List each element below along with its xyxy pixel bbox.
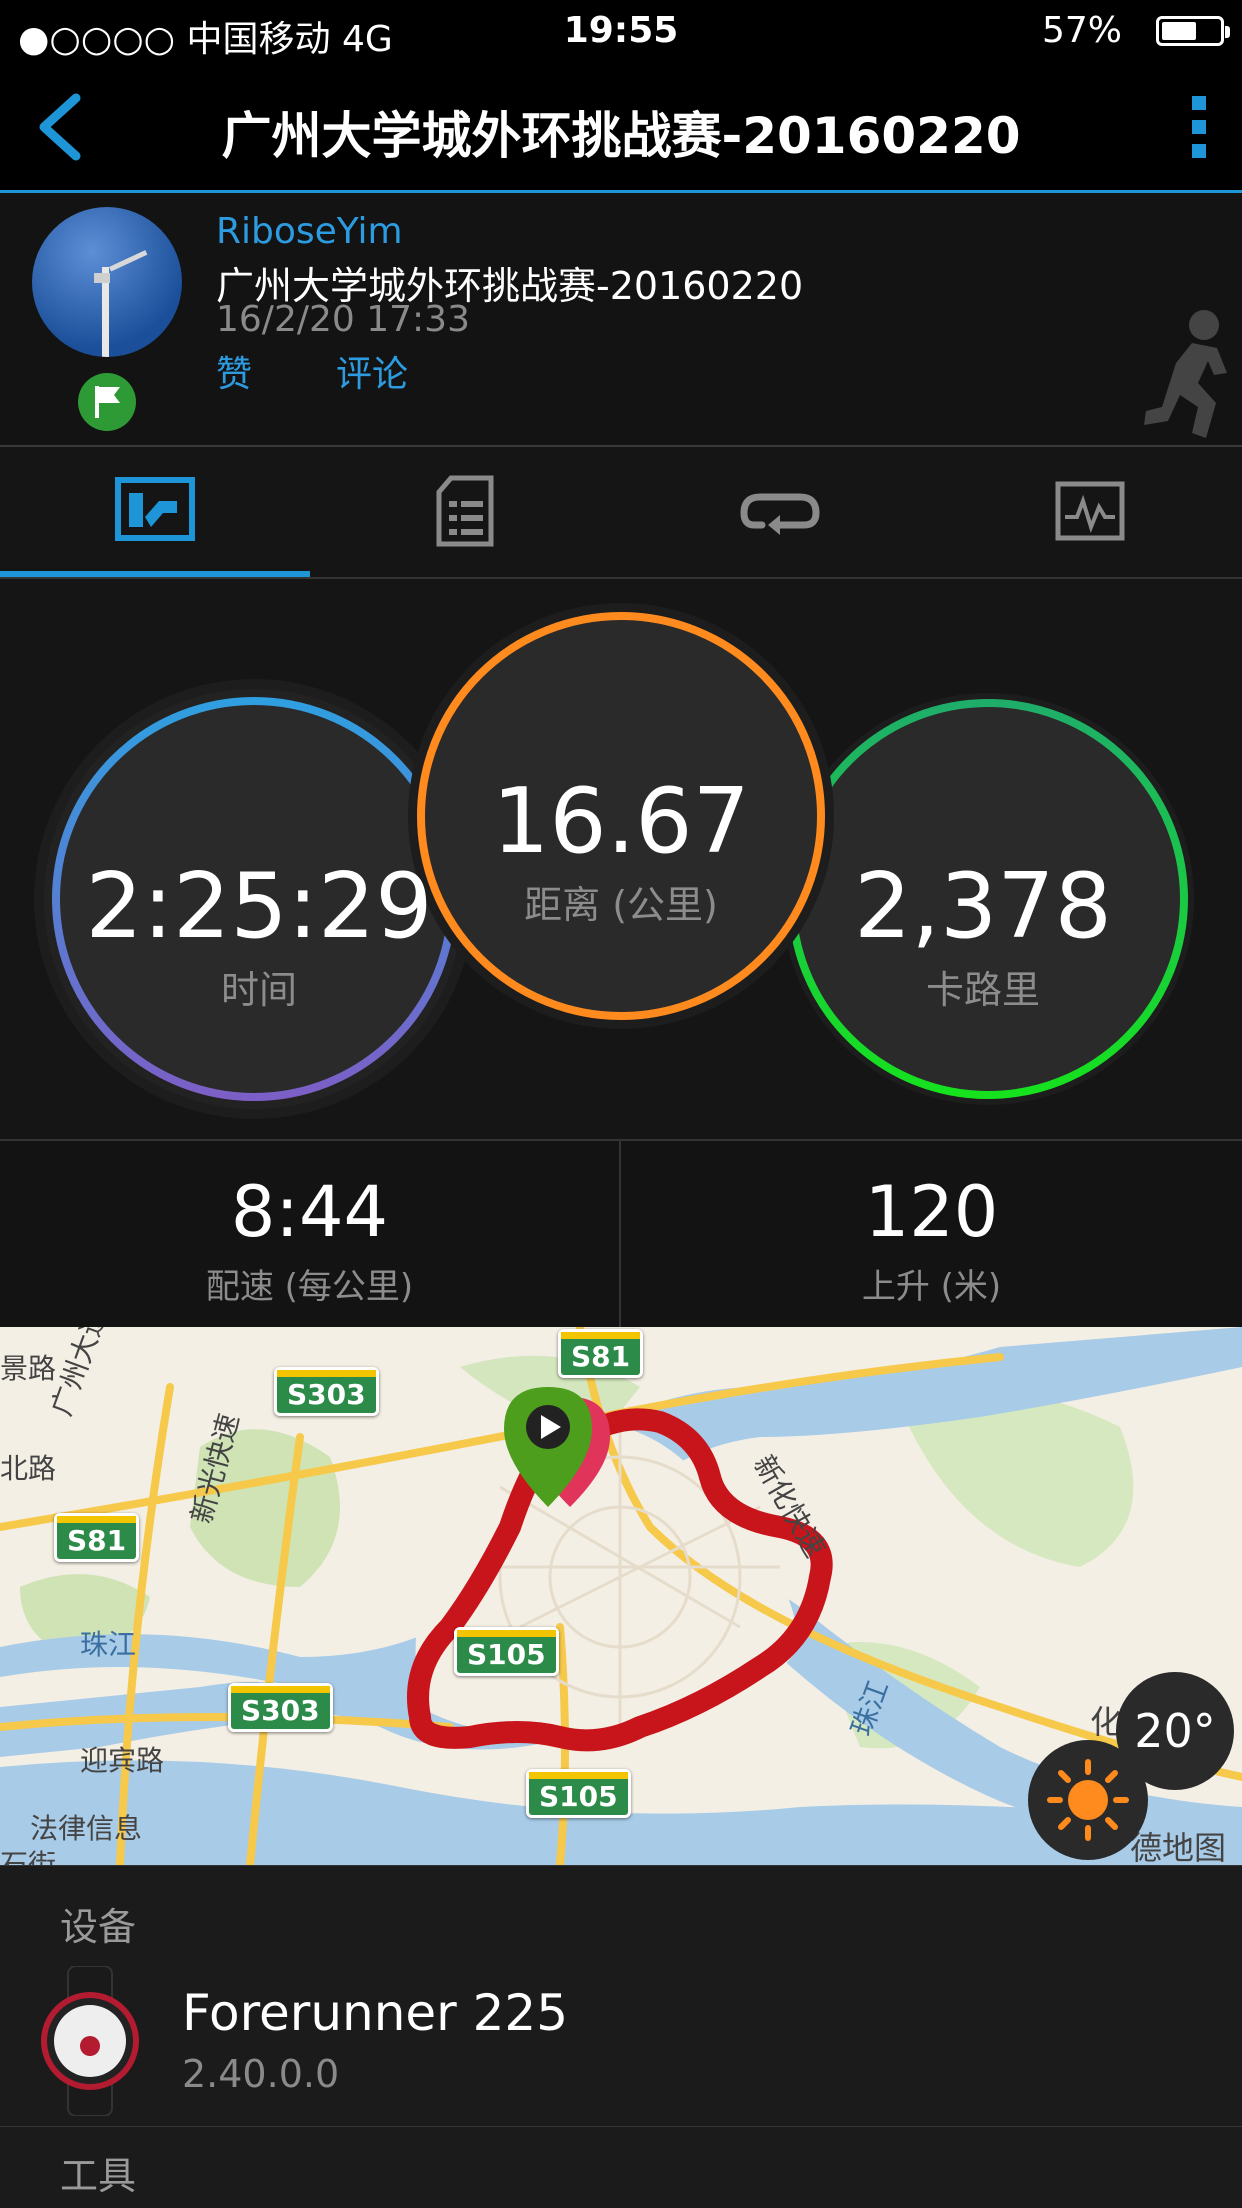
nav-bar: 广州大学城外环挑战赛-20160220 bbox=[0, 64, 1242, 193]
map-label: 迎宾路 bbox=[80, 1744, 165, 1777]
map-label: 石街 bbox=[0, 1848, 57, 1865]
comment-button[interactable]: 评论 bbox=[336, 345, 408, 397]
ascent-label: 上升 (米) bbox=[861, 1267, 1002, 1307]
weather-sun-icon bbox=[1028, 1740, 1148, 1860]
details-icon bbox=[436, 475, 494, 547]
distance-label: 距离 (公里) bbox=[524, 883, 718, 927]
time-label: 时间 bbox=[220, 968, 297, 1012]
watch-icon[interactable] bbox=[40, 1966, 140, 2116]
like-button[interactable]: 赞 bbox=[216, 345, 252, 397]
distance-value: 16.67 bbox=[492, 769, 750, 874]
activity-date: 16/2/20 17:33 bbox=[216, 299, 470, 340]
charts-icon bbox=[1055, 481, 1125, 541]
ascent-value: 120 bbox=[864, 1171, 999, 1253]
device-section: 设备 Forerunner 225 2.40.0.0 bbox=[0, 1865, 1242, 2128]
tools-section-title: 工具 bbox=[60, 2154, 137, 2198]
pace-label: 配速 (每公里) bbox=[205, 1267, 414, 1307]
more-menu-icon[interactable] bbox=[1188, 94, 1212, 160]
secondary-stats: 8:44 配速 (每公里) 120 上升 (米) bbox=[0, 1139, 1242, 1329]
avatar[interactable] bbox=[32, 207, 182, 357]
flag-badge-icon bbox=[78, 373, 136, 431]
map-label: 法律信息 bbox=[30, 1812, 143, 1845]
road-shield: S105 bbox=[454, 1627, 559, 1676]
page-title: 广州大学城外环挑战赛-20160220 bbox=[221, 107, 1021, 165]
battery-percent: 57% bbox=[1041, 10, 1122, 51]
road-shield: S81 bbox=[54, 1513, 140, 1562]
road-shield: S105 bbox=[526, 1769, 631, 1818]
device-name[interactable]: Forerunner 225 bbox=[182, 1984, 568, 2042]
running-icon bbox=[1144, 310, 1227, 438]
map-label: 景路 bbox=[0, 1352, 57, 1385]
pace-value: 8:44 bbox=[230, 1171, 389, 1253]
tab-laps[interactable] bbox=[620, 447, 930, 577]
stats-panel: 2:25:29 时间 16.67 距离 (公里) 2,378 卡路里 bbox=[0, 579, 1242, 1139]
time-value: 2:25:29 bbox=[85, 854, 433, 959]
map-label: 北路 bbox=[0, 1452, 57, 1485]
road-shield: S81 bbox=[558, 1329, 644, 1378]
overview-icon bbox=[115, 477, 195, 541]
battery-icon bbox=[1156, 16, 1230, 46]
tab-overview[interactable] bbox=[0, 447, 310, 577]
tab-charts[interactable] bbox=[930, 447, 1240, 577]
tab-bar bbox=[0, 447, 1242, 579]
calories-value: 2,378 bbox=[854, 854, 1112, 959]
calories-label: 卡路里 bbox=[925, 968, 1040, 1012]
map-label: 珠江 bbox=[80, 1628, 137, 1661]
road-shield: S303 bbox=[274, 1367, 379, 1416]
tools-section: 工具 bbox=[0, 2127, 1242, 2208]
user-name[interactable]: RiboseYim bbox=[216, 211, 403, 252]
activity-header: RiboseYim 广州大学城外环挑战赛-20160220 16/2/20 17… bbox=[0, 193, 1242, 447]
status-bar: ●○○○○ 中国移动 4G 19:55 57% bbox=[0, 0, 1242, 64]
laps-icon bbox=[740, 493, 820, 535]
device-version: 2.40.0.0 bbox=[182, 2052, 340, 2096]
device-section-title: 设备 bbox=[60, 1905, 137, 1949]
tab-indicator bbox=[0, 571, 310, 577]
tab-details[interactable] bbox=[310, 447, 620, 577]
road-shield: S303 bbox=[228, 1683, 333, 1732]
